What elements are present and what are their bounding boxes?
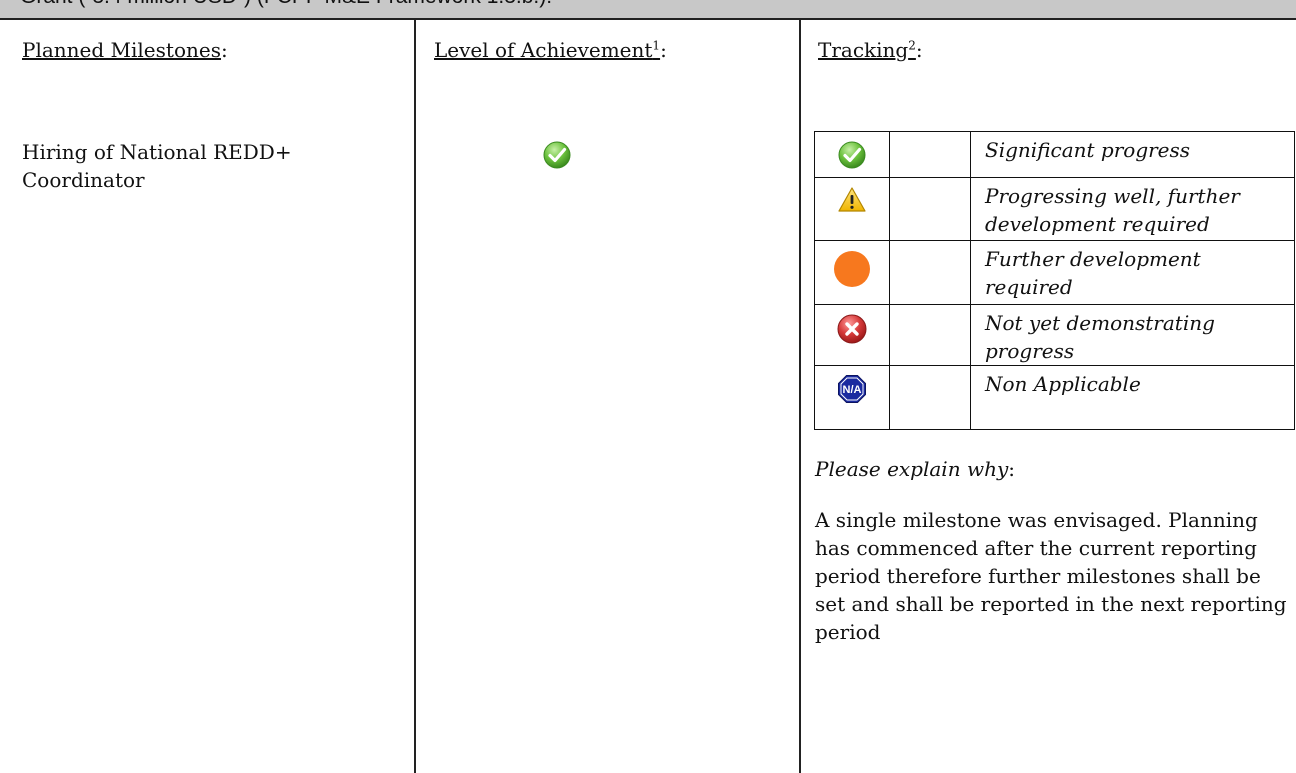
explain-label: Please explain why [815,457,1009,481]
tracking-colon: : [915,38,923,62]
explain-prompt: Please explain why: [815,457,1015,481]
level-of-achievement-header: Level of Achievement1: [434,38,667,62]
planned-milestones-header: Planned Milestones: [22,38,228,62]
na-octagon-icon: N/A [837,374,867,408]
red-x-icon [836,313,868,349]
tracking-label: Tracking [818,38,909,62]
warning-icon [837,186,867,218]
planned-milestones-colon: : [220,38,228,62]
legend-row: Not yet demonstrating progress [814,304,1295,366]
legend-label: Significant progress [970,131,1295,178]
column-divider [799,20,801,773]
orange-circle-icon [832,249,872,293]
green-check-icon [542,140,572,174]
tracking-legend: Significant progress Progressing well, f… [814,131,1295,430]
footnote-ref-2[interactable]: 2 [908,38,916,52]
legend-row: N/A Non Applicable [814,365,1295,430]
tracking-header: Tracking2: [818,38,923,62]
legend-row: Progressing well, further development re… [814,177,1295,241]
explain-colon: : [1008,457,1015,481]
legend-label: Not yet demonstrating progress [970,304,1295,366]
legend-label: Progressing well, further development re… [970,177,1295,241]
legend-label: Non Applicable [970,365,1295,430]
legend-row: Significant progress [814,131,1295,178]
explanation-text: A single milestone was envisaged. Planni… [815,508,1287,644]
level-of-achievement-colon: : [660,38,667,62]
legend-label: Further development required [970,240,1295,305]
section-header: Grant (“3.4 million USD”) (FCPF M&E Fram… [0,0,1296,20]
planned-milestones-label: Planned Milestones [22,38,221,62]
green-check-icon [837,140,867,174]
legend-row: Further development required [814,240,1295,305]
milestone-text: Hiring of National REDD+ Coordinator [22,140,292,192]
milestone-item: Hiring of National REDD+ Coordinator [22,138,392,194]
achievement-status [542,140,572,174]
footnote-ref-1[interactable]: 1 [652,38,660,52]
section-title: Grant (“3.4 million USD”) (FCPF M&E Fram… [20,0,552,8]
column-divider [414,20,416,773]
svg-text:N/A: N/A [843,384,862,396]
level-of-achievement-label: Level of Achievement [434,38,653,62]
